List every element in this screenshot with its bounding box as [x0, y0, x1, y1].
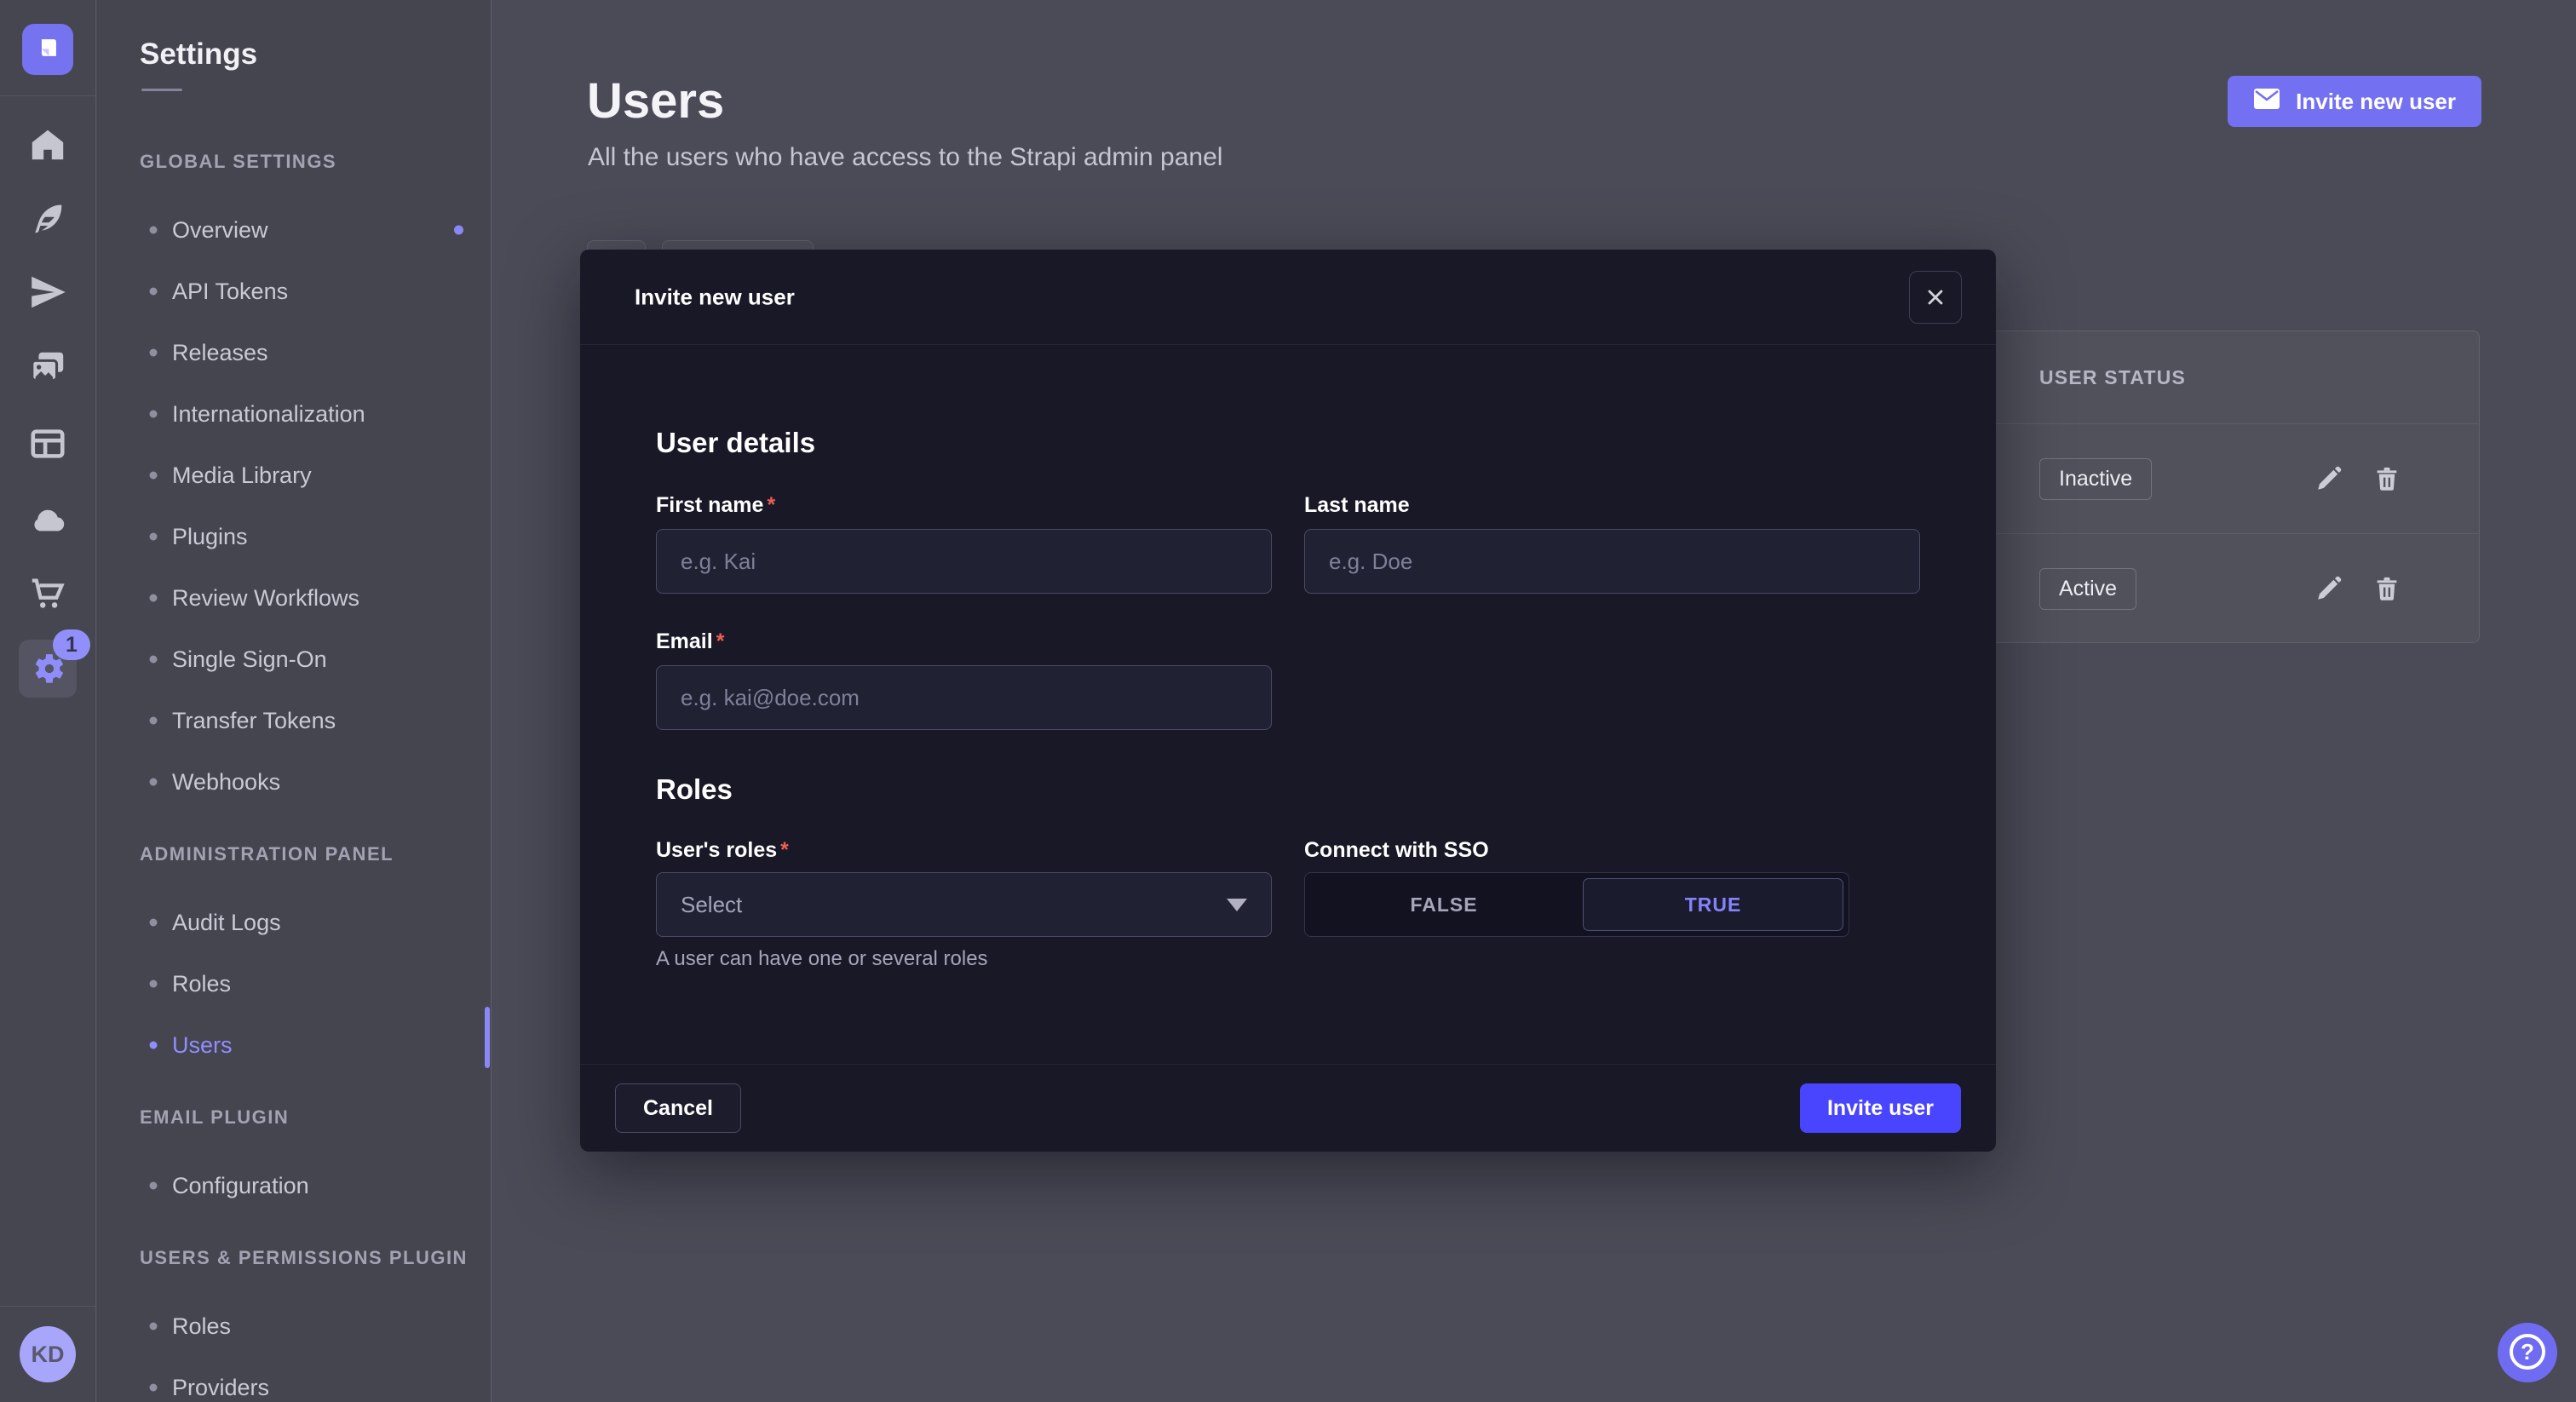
required-asterisk: * — [780, 838, 789, 862]
cloud-icon[interactable] — [19, 491, 77, 549]
sidebar-item-up-roles[interactable]: Roles — [97, 1296, 491, 1357]
page-title: Users — [587, 72, 724, 129]
strapi-logo-icon — [33, 33, 62, 66]
settings-subnav: Settings GLOBAL SETTINGS Overview API To… — [97, 0, 492, 1402]
select-placeholder: Select — [681, 892, 742, 918]
users-permissions-list: Roles Providers — [97, 1296, 491, 1402]
layout-window-icon[interactable] — [19, 415, 77, 473]
email-field[interactable] — [656, 665, 1272, 730]
sidebar-item-users[interactable]: Users — [97, 1014, 491, 1076]
svg-text:?: ? — [2521, 1339, 2534, 1365]
settings-gear-icon[interactable]: 1 — [19, 640, 77, 698]
icon-rail: 1 KD — [0, 0, 96, 1402]
user-details-heading: User details — [656, 427, 815, 459]
strapi-logo[interactable] — [22, 24, 73, 75]
settings-notification-badge: 1 — [53, 629, 90, 660]
email-plugin-list: Configuration — [97, 1155, 491, 1216]
section-administration-panel: ADMINISTRATION PANEL — [140, 843, 491, 865]
first-name-field[interactable] — [656, 529, 1272, 594]
close-icon[interactable] — [1909, 271, 1962, 324]
email-label: Email* — [656, 629, 724, 654]
sidebar-item-api-tokens[interactable]: API Tokens — [97, 261, 491, 322]
users-roles-label: User's roles* — [656, 838, 789, 863]
section-global-settings: GLOBAL SETTINGS — [140, 151, 491, 173]
help-button[interactable]: ? — [2498, 1323, 2557, 1382]
avatar[interactable]: KD — [20, 1326, 76, 1382]
sso-toggle: FALSE TRUE — [1304, 872, 1849, 937]
sidebar-item-overview[interactable]: Overview — [97, 199, 491, 261]
marketplace-cart-icon[interactable] — [19, 565, 77, 623]
invite-new-user-button[interactable]: Invite new user — [2228, 76, 2481, 127]
sidebar-item-audit-logs[interactable]: Audit Logs — [97, 892, 491, 953]
sidebar-item-review-workflows[interactable]: Review Workflows — [97, 567, 491, 629]
content-builder-feather-icon[interactable] — [19, 190, 77, 248]
last-name-label: Last name — [1304, 493, 1410, 518]
status-badge: Inactive — [2039, 458, 2152, 500]
invite-user-button[interactable]: Invite user — [1800, 1083, 1961, 1133]
avatar-divider — [0, 1306, 96, 1307]
modal-title: Invite new user — [635, 284, 795, 310]
required-asterisk: * — [716, 629, 725, 653]
sidebar-item-media-library[interactable]: Media Library — [97, 445, 491, 506]
sidebar-item-configuration[interactable]: Configuration — [97, 1155, 491, 1216]
question-mark-icon: ? — [2508, 1332, 2547, 1374]
modal-footer: Cancel Invite user — [580, 1064, 1996, 1152]
modal-header: Invite new user — [580, 250, 1996, 345]
roles-hint: A user can have one or several roles — [656, 947, 988, 971]
sidebar-item-plugins[interactable]: Plugins — [97, 506, 491, 567]
media-library-icon[interactable] — [19, 339, 77, 397]
sso-false-option[interactable]: FALSE — [1305, 873, 1583, 936]
cancel-button[interactable]: Cancel — [615, 1083, 741, 1133]
global-settings-list: Overview API Tokens Releases Internation… — [97, 199, 491, 813]
sidebar-item-transfer-tokens[interactable]: Transfer Tokens — [97, 690, 491, 751]
envelope-icon — [2253, 88, 2280, 116]
sidebar-item-releases[interactable]: Releases — [97, 322, 491, 383]
subnav-scrollbar-thumb[interactable] — [485, 1007, 490, 1068]
last-name-field[interactable] — [1304, 529, 1920, 594]
sidebar-item-admin-roles[interactable]: Roles — [97, 953, 491, 1014]
home-icon[interactable] — [19, 116, 77, 174]
users-roles-select[interactable]: Select — [656, 872, 1272, 937]
required-asterisk: * — [767, 493, 775, 517]
rail-divider — [0, 95, 95, 96]
roles-heading: Roles — [656, 773, 733, 806]
sidebar-item-webhooks[interactable]: Webhooks — [97, 751, 491, 813]
status-badge: Active — [2039, 568, 2136, 610]
subnav-title-underline — [141, 89, 182, 91]
first-name-label: First name* — [656, 493, 775, 518]
invite-new-user-modal: Invite new user User details First name*… — [580, 250, 1996, 1152]
section-users-permissions-plugin: USERS & PERMISSIONS PLUGIN — [140, 1247, 491, 1269]
page-subtitle: All the users who have access to the Str… — [588, 143, 1222, 172]
connect-sso-label: Connect with SSO — [1304, 838, 1489, 863]
chevron-down-icon — [1227, 899, 1247, 911]
subnav-title: Settings — [140, 37, 491, 72]
edit-pencil-icon[interactable] — [2312, 572, 2346, 606]
content-manager-send-icon[interactable] — [19, 263, 77, 321]
edit-pencil-icon[interactable] — [2312, 462, 2346, 496]
overview-notification-dot — [454, 226, 463, 235]
delete-trash-icon[interactable] — [2370, 462, 2404, 496]
strapi-admin-screen: 1 KD Settings GLOBAL SETTINGS Overview A… — [0, 0, 2576, 1402]
section-email-plugin: EMAIL PLUGIN — [140, 1106, 491, 1129]
delete-trash-icon[interactable] — [2370, 572, 2404, 606]
sidebar-item-single-sign-on[interactable]: Single Sign-On — [97, 629, 491, 690]
sidebar-item-internationalization[interactable]: Internationalization — [97, 383, 491, 445]
sso-true-option[interactable]: TRUE — [1583, 878, 1843, 931]
administration-panel-list: Audit Logs Roles Users — [97, 892, 491, 1076]
sidebar-item-providers[interactable]: Providers — [97, 1357, 491, 1402]
